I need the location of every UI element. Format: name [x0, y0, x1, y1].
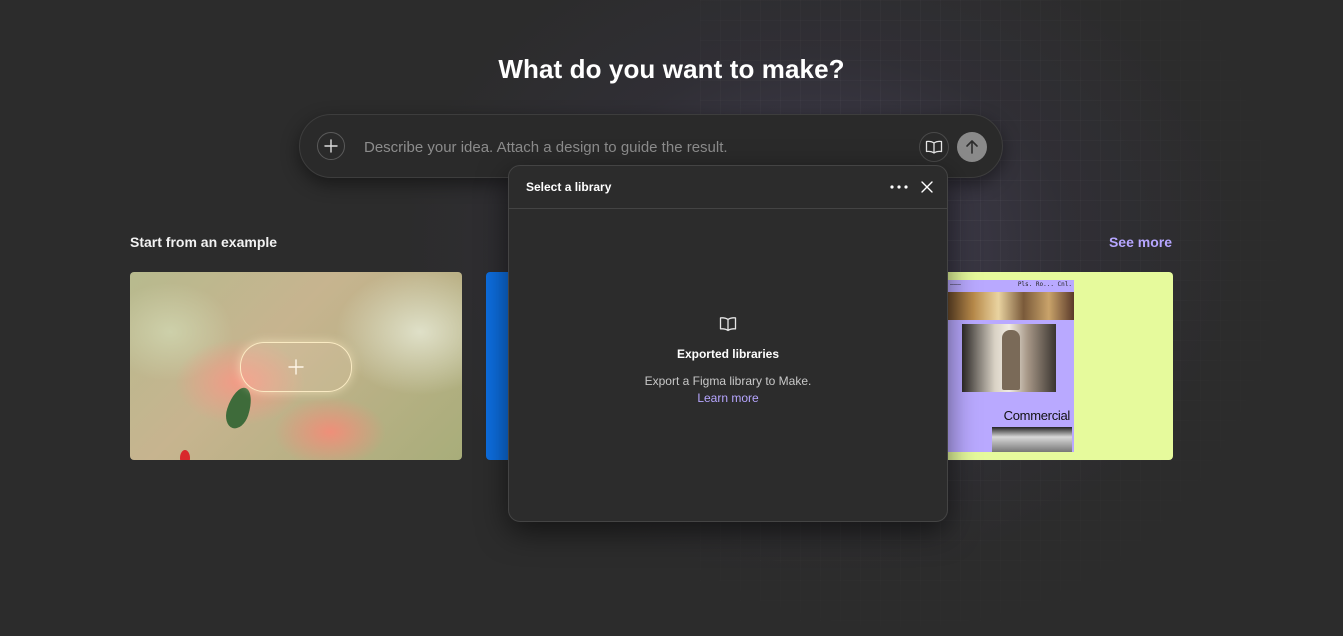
plus-icon — [288, 359, 304, 375]
poster-bottom-image — [992, 427, 1072, 452]
poster-thumbnail: ——— Pls. Ro... Cnl. Commercial — [948, 280, 1074, 452]
leaf-decoration — [222, 384, 256, 432]
more-options-button[interactable] — [887, 178, 911, 196]
poster-header: ——— Pls. Ro... Cnl. — [948, 280, 1074, 290]
more-horizontal-icon — [890, 185, 908, 189]
poster-image-strip — [948, 292, 1074, 320]
empty-state-text: Export a Figma library to Make. — [644, 374, 812, 388]
page-title: What do you want to make? — [498, 54, 845, 84]
add-example-button[interactable] — [240, 342, 352, 392]
close-button[interactable] — [917, 177, 937, 197]
examples-title: Start from an example — [130, 234, 278, 250]
empty-state-description: Export a Figma library to Make. Learn mo… — [643, 373, 813, 407]
poster-word: Commercial — [1003, 408, 1071, 423]
poster-photo — [962, 324, 1056, 392]
make-home-screen: What do you want to make? Start from an … — [0, 0, 1343, 636]
attach-button[interactable] — [317, 132, 345, 160]
empty-state: Exported libraries Export a Figma librar… — [509, 316, 947, 407]
example-card-flowers[interactable] — [130, 272, 462, 460]
poster-header-left: ——— — [950, 281, 961, 288]
popover-title: Select a library — [526, 180, 612, 194]
example-card-poster[interactable]: ——— Pls. Ro... Cnl. Commercial — [936, 272, 1173, 460]
book-icon — [925, 140, 943, 154]
send-button[interactable] — [957, 132, 987, 162]
poster-figure — [1002, 330, 1020, 390]
arrow-up-icon — [966, 140, 978, 154]
library-button[interactable] — [919, 132, 949, 162]
see-more-link[interactable]: See more — [1109, 234, 1172, 250]
prompt-input[interactable] — [362, 133, 906, 161]
learn-more-link[interactable]: Learn more — [697, 391, 758, 405]
poster-header-right: Pls. Ro... Cnl. — [1017, 281, 1072, 288]
library-popover: Select a library Exported libraries Expo… — [508, 165, 948, 522]
book-icon — [719, 317, 737, 332]
empty-state-title: Exported libraries — [676, 347, 780, 361]
bud-decoration — [180, 450, 190, 460]
popover-header: Select a library — [509, 166, 947, 209]
plus-icon — [324, 139, 338, 153]
close-icon — [921, 181, 933, 193]
